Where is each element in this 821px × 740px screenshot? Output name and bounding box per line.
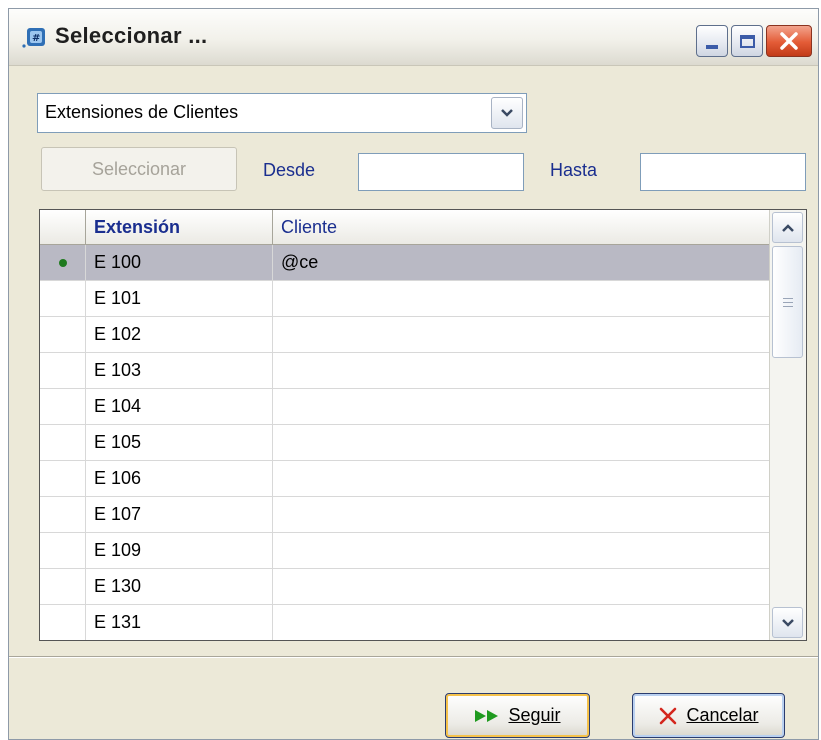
column-header-cliente[interactable]: Cliente <box>273 210 770 244</box>
cancelar-label: Cancelar <box>686 705 759 725</box>
cliente-cell[interactable] <box>273 497 770 532</box>
cliente-cell[interactable] <box>273 461 770 496</box>
seguir-label: Seguir <box>508 705 561 725</box>
table-row[interactable]: E 131 <box>40 605 770 640</box>
row-indicator <box>40 389 86 424</box>
extension-cell[interactable]: E 100 <box>86 245 273 280</box>
table-row[interactable]: E 101 <box>40 281 770 317</box>
select-dialog: # Seleccionar ... Extensiones de Cliente… <box>8 8 819 740</box>
desde-label: Desde <box>263 160 316 180</box>
table-row[interactable]: E 105 <box>40 425 770 461</box>
row-indicator <box>40 353 86 388</box>
maximize-icon <box>739 34 755 48</box>
hasta-label: Hasta <box>550 160 598 180</box>
vertical-scrollbar[interactable] <box>769 210 806 640</box>
app-icon: # <box>22 28 45 48</box>
row-indicator <box>40 497 86 532</box>
table-row[interactable]: E 100 @ce <box>40 245 770 281</box>
table-row[interactable]: E 104 <box>40 389 770 425</box>
footer-divider <box>9 656 818 658</box>
grip-icon <box>782 297 793 307</box>
cliente-cell[interactable] <box>273 425 770 460</box>
table-row[interactable]: E 109 <box>40 533 770 569</box>
table-row[interactable]: E 107 <box>40 497 770 533</box>
scroll-thumb[interactable] <box>772 246 803 358</box>
grid-rows: E 100 @ce E 101 E 102 E 103 E 104 E 105 … <box>40 245 770 640</box>
table-row[interactable]: E 103 <box>40 353 770 389</box>
select-button[interactable]: Seleccionar <box>41 147 237 191</box>
chevron-down-icon <box>781 618 794 627</box>
row-indicator <box>40 533 86 568</box>
table-row[interactable]: E 102 <box>40 317 770 353</box>
cliente-cell[interactable]: @ce <box>273 245 770 280</box>
cancel-x-icon <box>660 707 677 724</box>
extension-cell[interactable]: E 131 <box>86 605 273 640</box>
extension-cell[interactable]: E 106 <box>86 461 273 496</box>
window-title: Seleccionar ... <box>55 23 208 48</box>
extension-cell[interactable]: E 102 <box>86 317 273 352</box>
hasta-input[interactable] <box>640 153 806 191</box>
minimize-icon <box>706 45 718 49</box>
extension-cell[interactable]: E 104 <box>86 389 273 424</box>
svg-text:#: # <box>32 33 40 44</box>
close-icon <box>780 32 798 50</box>
indicator-column-header <box>40 210 86 244</box>
maximize-button[interactable] <box>731 25 763 57</box>
table-row[interactable]: E 106 <box>40 461 770 497</box>
minimize-button[interactable] <box>696 25 728 57</box>
scroll-up-button[interactable] <box>772 212 803 243</box>
table-row[interactable]: E 130 <box>40 569 770 605</box>
dropdown-button[interactable] <box>491 97 523 129</box>
row-indicator <box>40 461 86 496</box>
cliente-cell[interactable] <box>273 389 770 424</box>
row-indicator <box>40 569 86 604</box>
row-indicator <box>40 605 86 640</box>
cliente-cell[interactable] <box>273 317 770 352</box>
seguir-button[interactable]: Seguir <box>445 693 590 738</box>
cliente-cell[interactable] <box>273 533 770 568</box>
extension-cell[interactable]: E 109 <box>86 533 273 568</box>
grid-header: Extensión Cliente <box>40 210 770 245</box>
chevron-down-icon <box>501 109 513 117</box>
extension-cell[interactable]: E 105 <box>86 425 273 460</box>
column-header-extension[interactable]: Extensión <box>86 210 273 244</box>
desde-input[interactable] <box>358 153 524 191</box>
row-indicator <box>40 245 86 280</box>
extension-cell[interactable]: E 101 <box>86 281 273 316</box>
fast-forward-icon <box>475 709 499 722</box>
cliente-cell[interactable] <box>273 569 770 604</box>
cliente-cell[interactable] <box>273 353 770 388</box>
cliente-cell[interactable] <box>273 605 770 640</box>
close-button[interactable] <box>766 25 812 57</box>
cliente-cell[interactable] <box>273 281 770 316</box>
list-type-dropdown[interactable]: Extensiones de Clientes <box>37 93 527 133</box>
cancelar-button[interactable]: Cancelar <box>632 693 785 738</box>
row-indicator <box>40 317 86 352</box>
row-indicator <box>40 281 86 316</box>
extension-cell[interactable]: E 130 <box>86 569 273 604</box>
title-bar[interactable]: # Seleccionar ... <box>9 9 818 66</box>
current-row-indicator-icon <box>58 258 67 267</box>
scroll-down-button[interactable] <box>772 607 803 638</box>
chevron-up-icon <box>781 223 794 232</box>
extension-cell[interactable]: E 107 <box>86 497 273 532</box>
row-indicator <box>40 425 86 460</box>
dropdown-value: Extensiones de Clientes <box>45 102 239 122</box>
extension-cell[interactable]: E 103 <box>86 353 273 388</box>
extensions-grid[interactable]: Extensión Cliente E 100 @ce E 101 E 102 <box>39 209 807 641</box>
